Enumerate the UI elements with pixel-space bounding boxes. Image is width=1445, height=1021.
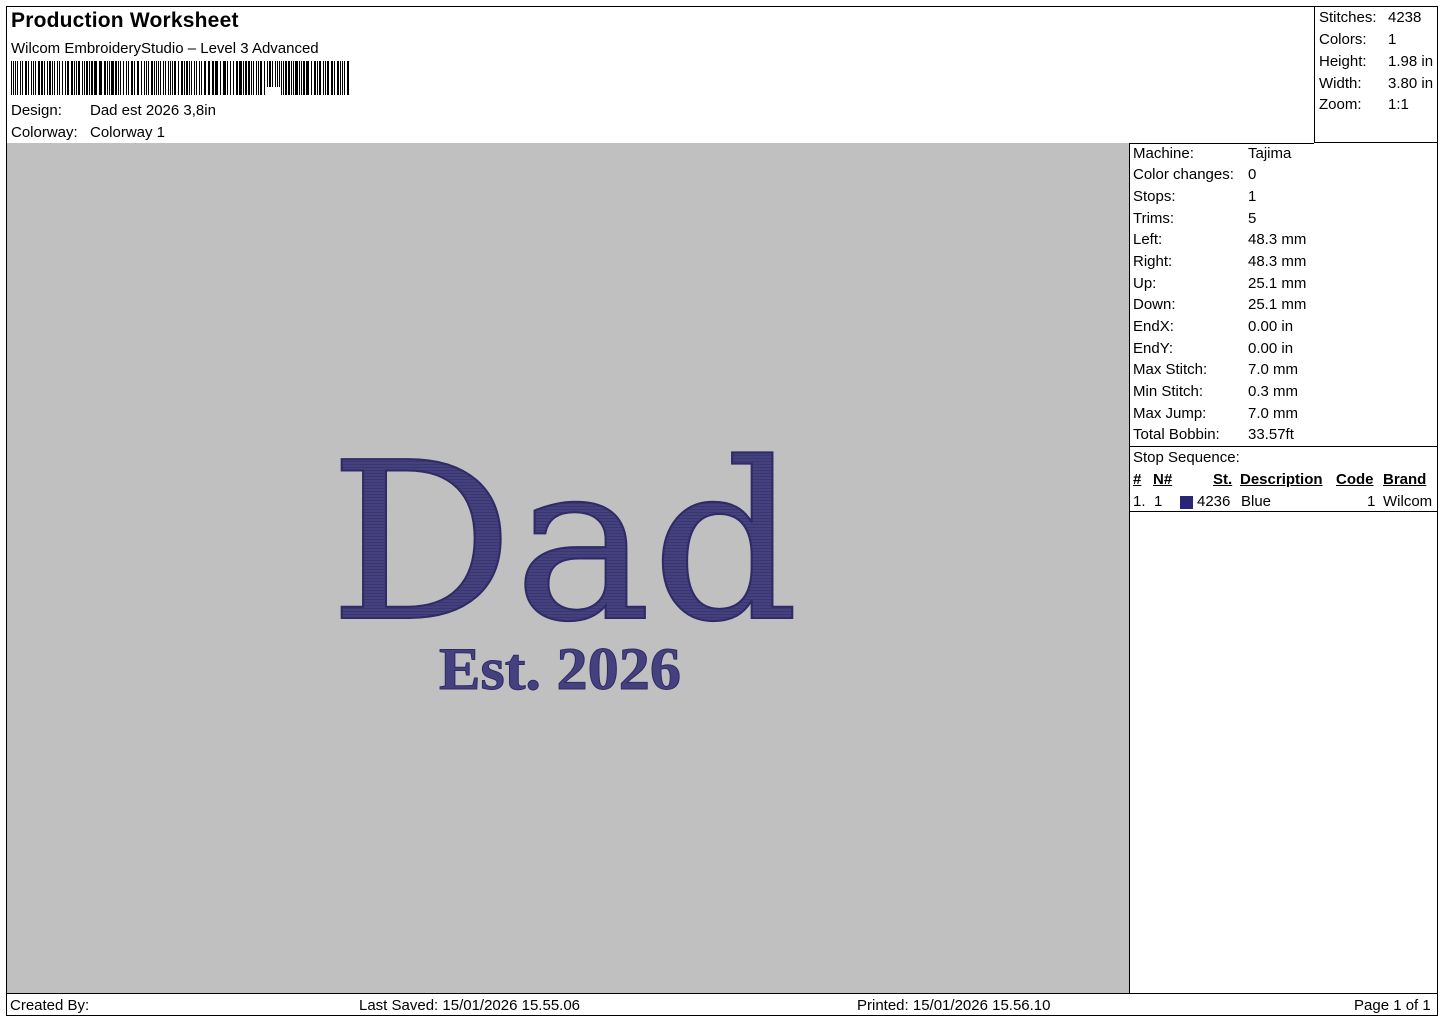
info-min-stitch: Min Stitch: 0.3 mm xyxy=(1133,383,1299,400)
stat-colors: Colors: 1 xyxy=(1319,31,1397,48)
row-code: 1 xyxy=(1367,493,1376,510)
info-up: Up: 25.1 mm xyxy=(1133,275,1307,292)
page-title: Production Worksheet xyxy=(11,9,239,32)
colorway-info: Colorway: Colorway 1 xyxy=(11,124,165,141)
info-endy: EndY: 0.00 in xyxy=(1133,340,1294,357)
row-description: Blue xyxy=(1241,493,1272,510)
footer-printed: Printed: 15/01/2026 15.56.10 xyxy=(857,997,1051,1014)
info-stops: Stops: 1 xyxy=(1133,188,1257,205)
thread-color-swatch xyxy=(1180,496,1193,509)
row-n: 1 xyxy=(1154,493,1163,510)
col-st: St. xyxy=(1213,471,1233,488)
info-max-jump: Max Jump: 7.0 mm xyxy=(1133,405,1299,422)
row-brand: Wilcom xyxy=(1383,493,1433,510)
stop-sequence-title: Stop Sequence: xyxy=(1133,449,1240,466)
production-worksheet: Production Worksheet Wilcom EmbroiderySt… xyxy=(6,6,1438,1016)
barcode xyxy=(11,61,349,95)
info-total-bobbin: Total Bobbin: 33.57ft xyxy=(1133,426,1294,443)
stat-zoom: Zoom: 1:1 xyxy=(1319,96,1409,113)
stop-sequence: Stop Sequence: # N# St. Description Code… xyxy=(1130,446,1437,512)
info-machine: Machine: Tajima xyxy=(1133,145,1292,162)
footer-last-saved: Last Saved: 15/01/2026 15.55.06 xyxy=(359,997,581,1014)
row-num: 1. xyxy=(1133,493,1146,510)
stat-width: Width: 3.80 in xyxy=(1319,75,1434,92)
info-max-stitch: Max Stitch: 7.0 mm xyxy=(1133,361,1299,378)
design-preview: Dad Est. 2026 xyxy=(7,143,1130,993)
design-label: Design: xyxy=(11,102,62,119)
design-sub-text: Est. 2026 xyxy=(439,636,681,702)
design-value: Dad est 2026 3,8in xyxy=(90,102,216,119)
application-name: Wilcom EmbroideryStudio – Level 3 Advanc… xyxy=(11,40,319,57)
info-right: Right: 48.3 mm xyxy=(1133,253,1307,270)
stats-panel: Stitches: 4238 Colors: 1 Height: 1.98 in Wi… xyxy=(1314,7,1437,143)
stat-height: Height: 1.98 in xyxy=(1319,53,1434,70)
design-info: Design: Dad est 2026 3,8in xyxy=(11,102,216,119)
info-color-changes: Color changes: 0 xyxy=(1133,166,1257,183)
worksheet-footer: Created By: Last Saved: 15/01/2026 15.55… xyxy=(7,993,1437,1016)
info-down: Down: 25.1 mm xyxy=(1133,296,1307,313)
col-description: Description xyxy=(1240,471,1323,488)
col-n: N# xyxy=(1153,471,1173,488)
info-trims: Trims: 5 xyxy=(1133,210,1257,227)
col-brand: Brand xyxy=(1383,471,1427,488)
footer-page: Page 1 of 1 xyxy=(1354,997,1431,1014)
design-main-text: Dad xyxy=(329,417,799,670)
col-code: Code xyxy=(1336,471,1374,488)
colorway-label: Colorway: xyxy=(11,124,78,141)
colorway-value: Colorway 1 xyxy=(90,124,166,141)
footer-created-by: Created By: xyxy=(10,997,90,1014)
info-endx: EndX: 0.00 in xyxy=(1133,318,1294,335)
row-st: 4236 xyxy=(1197,493,1231,510)
machine-info-panel: Machine: Tajima Color changes: 0 Stops: 1 T… xyxy=(1130,143,1437,993)
worksheet-header: Production Worksheet Wilcom EmbroiderySt… xyxy=(7,7,1314,144)
info-left: Left: 48.3 mm xyxy=(1133,231,1307,248)
embroidery-design: Dad Est. 2026 xyxy=(328,416,800,703)
stat-stitches: Stitches: 4238 xyxy=(1319,9,1422,26)
col-num: # xyxy=(1133,471,1142,488)
